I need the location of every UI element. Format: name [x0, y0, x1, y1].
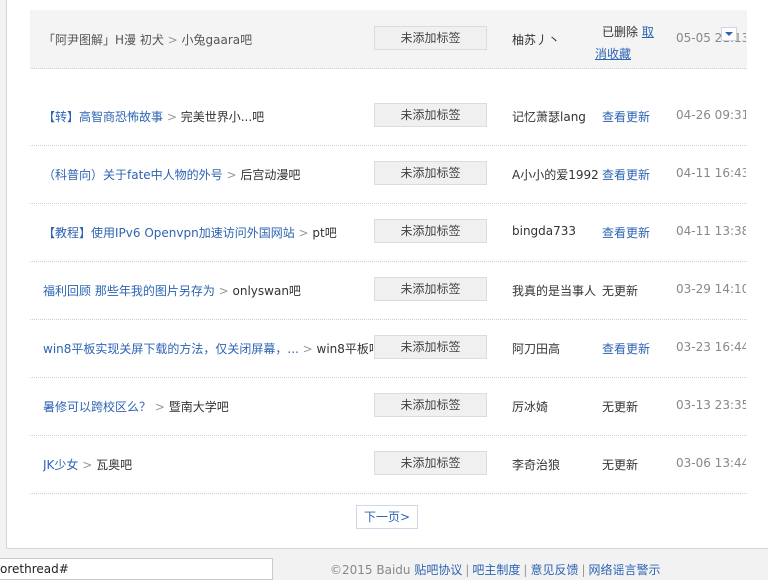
status-cell: 无更新 [602, 282, 674, 299]
view-updates-link[interactable]: 查看更新 [602, 110, 650, 124]
table-row[interactable]: 福利回顾 那些年我的图片另存为 > onlyswan吧 未添加标签 我真的是当事… [30, 261, 747, 320]
thread-title-link[interactable]: 暑修可以跨校区么？ [43, 400, 151, 414]
author-name[interactable]: 阿刀田高 [512, 340, 602, 357]
thread-title-cell: 暑修可以跨校区么？ > 暨南大学吧 [43, 398, 373, 415]
author-name[interactable]: bingda733 [512, 224, 602, 238]
add-tag-button[interactable]: 未添加标签 [374, 393, 487, 417]
thread-title-link[interactable]: JK少女 [43, 458, 78, 472]
status-cell: 无更新 [602, 456, 674, 473]
thread-title-cell: 【教程】使用IPv6 Openvpn加速访问外国网站 > pt吧 [43, 224, 373, 241]
author-name[interactable]: 我真的是当事人 [512, 282, 602, 299]
reply-time: 03-13 23:35 [676, 398, 746, 412]
author-name[interactable]: A小小的爱1992 [512, 166, 602, 183]
forum-separator: > [163, 110, 181, 124]
status-cell: 已删除 取消收藏 [595, 21, 661, 65]
status-cell: 查看更新 [602, 166, 674, 183]
reply-time: 04-26 09:31 [676, 108, 746, 122]
reply-time: 03-06 13:44 [676, 456, 746, 470]
forum-separator: > [294, 226, 313, 240]
next-page-button[interactable]: 下一页> [356, 505, 418, 529]
author-name[interactable]: 李奇治狼 [512, 456, 602, 473]
forum-separator: > [222, 168, 241, 182]
reply-time: 04-11 13:38 [676, 224, 746, 238]
no-update-text: 无更新 [602, 400, 639, 414]
thread-title-link[interactable]: 【转】高智商恐怖故事 [43, 110, 163, 124]
favorites-panel: 「阿尹图解」H漫 初犬 > 小兔gaara吧 未添加标签 柚苏丿丶 已删除 取消… [6, 0, 768, 549]
footer-separator: | [465, 563, 470, 577]
forum-separator: > [163, 33, 182, 47]
forum-link[interactable]: 瓦奥吧 [96, 458, 132, 472]
status-deleted-text: 已删除 [602, 25, 639, 39]
forum-separator: > [151, 400, 169, 414]
thread-title-link[interactable]: （科普向）关于fate中人物的外号 [43, 168, 223, 182]
status-cell: 查看更新 [602, 108, 674, 125]
table-row[interactable]: 【教程】使用IPv6 Openvpn加速访问外国网站 > pt吧 未添加标签 b… [30, 203, 747, 262]
table-row[interactable]: 暑修可以跨校区么？ > 暨南大学吧 未添加标签 厉冰婍 无更新 03-13 23… [30, 377, 747, 436]
add-tag-button[interactable]: 未添加标签 [374, 161, 487, 185]
thread-title-link[interactable]: win8平板实现关屏下载的方法，仅关闭屏幕，... [43, 342, 299, 356]
forum-link[interactable]: 后宫动漫吧 [240, 168, 300, 182]
forum-separator: > [214, 284, 233, 298]
add-tag-button[interactable]: 未添加标签 [374, 103, 487, 127]
footer-link-rumor-warning[interactable]: 网络谣言警示 [589, 563, 661, 577]
status-cell: 查看更新 [602, 340, 674, 357]
copyright-text: ©2015 Baidu [330, 563, 411, 577]
footer-link-feedback[interactable]: 意见反馈 [530, 563, 578, 577]
author-name[interactable]: 厉冰婍 [512, 398, 602, 415]
thread-title-cell: 福利回顾 那些年我的图片另存为 > onlyswan吧 [43, 282, 373, 299]
forum-link[interactable]: pt吧 [312, 226, 336, 240]
thread-title-cell: JK少女 > 瓦奥吧 [43, 456, 373, 473]
footer-link-agreement[interactable]: 贴吧协议 [414, 563, 462, 577]
forum-link[interactable]: 小兔gaara吧 [182, 33, 253, 47]
view-updates-link[interactable]: 查看更新 [602, 342, 650, 356]
status-url-bar: orethread# [0, 558, 273, 580]
forum-link[interactable]: 完美世界小...吧 [181, 110, 264, 124]
table-row[interactable]: 【转】高智商恐怖故事 > 完美世界小...吧 未添加标签 记忆萧瑟lang 查看… [30, 87, 747, 146]
thread-title-link[interactable]: 【教程】使用IPv6 Openvpn加速访问外国网站 [43, 226, 295, 240]
thread-title-link[interactable]: 「阿尹图解」H漫 初犬 [43, 33, 164, 47]
footer-link-moderator-rules[interactable]: 吧主制度 [472, 563, 520, 577]
forum-link[interactable]: onlyswan吧 [233, 284, 301, 298]
forum-separator: > [298, 342, 317, 356]
view-updates-link[interactable]: 查看更新 [602, 168, 650, 182]
add-tag-button[interactable]: 未添加标签 [374, 451, 487, 475]
table-row[interactable]: （科普向）关于fate中人物的外号 > 后宫动漫吧 未添加标签 A小小的爱199… [30, 145, 747, 204]
status-cell: 无更新 [602, 398, 674, 415]
footer-separator: | [523, 563, 528, 577]
page-footer: ©2015 Baidu 贴吧协议 | 吧主制度 | 意见反馈 | 网络谣言警示 [330, 561, 661, 578]
no-update-text: 无更新 [602, 458, 639, 472]
view-updates-link[interactable]: 查看更新 [602, 226, 650, 240]
table-row[interactable]: 「阿尹图解」H漫 初犬 > 小兔gaara吧 未添加标签 柚苏丿丶 已删除 取消… [30, 10, 747, 69]
author-name[interactable]: 柚苏丿丶 [512, 31, 602, 48]
add-tag-button[interactable]: 未添加标签 [374, 26, 487, 50]
reply-time: 03-23 16:44 [676, 340, 746, 354]
thread-title-cell: 「阿尹图解」H漫 初犬 > 小兔gaara吧 [43, 31, 373, 48]
thread-title-cell: 【转】高智商恐怖故事 > 完美世界小...吧 [43, 108, 373, 125]
thread-title-cell: （科普向）关于fate中人物的外号 > 后宫动漫吧 [43, 166, 373, 183]
reply-time: 03-29 14:10 [676, 282, 746, 296]
footer-separator: | [581, 563, 586, 577]
thread-title-link[interactable]: 福利回顾 那些年我的图片另存为 [43, 284, 215, 298]
forum-link[interactable]: win8平板吧 [317, 342, 373, 356]
chevron-down-icon [725, 32, 733, 36]
forum-separator: > [78, 458, 97, 472]
no-update-text: 无更新 [602, 284, 639, 298]
table-row[interactable]: JK少女 > 瓦奥吧 未添加标签 李奇治狼 无更新 03-06 13:44 [30, 435, 747, 494]
author-name[interactable]: 记忆萧瑟lang [512, 108, 602, 125]
table-row[interactable]: win8平板实现关屏下载的方法，仅关闭屏幕，... > win8平板吧 未添加标… [30, 319, 747, 378]
add-tag-button[interactable]: 未添加标签 [374, 219, 487, 243]
reply-time: 04-11 16:43 [676, 166, 746, 180]
forum-link[interactable]: 暨南大学吧 [169, 400, 229, 414]
status-cell: 查看更新 [602, 224, 674, 241]
add-tag-button[interactable]: 未添加标签 [374, 335, 487, 359]
add-tag-button[interactable]: 未添加标签 [374, 277, 487, 301]
row-menu-button[interactable] [721, 27, 737, 41]
thread-title-cell: win8平板实现关屏下载的方法，仅关闭屏幕，... > win8平板吧 [43, 340, 373, 357]
